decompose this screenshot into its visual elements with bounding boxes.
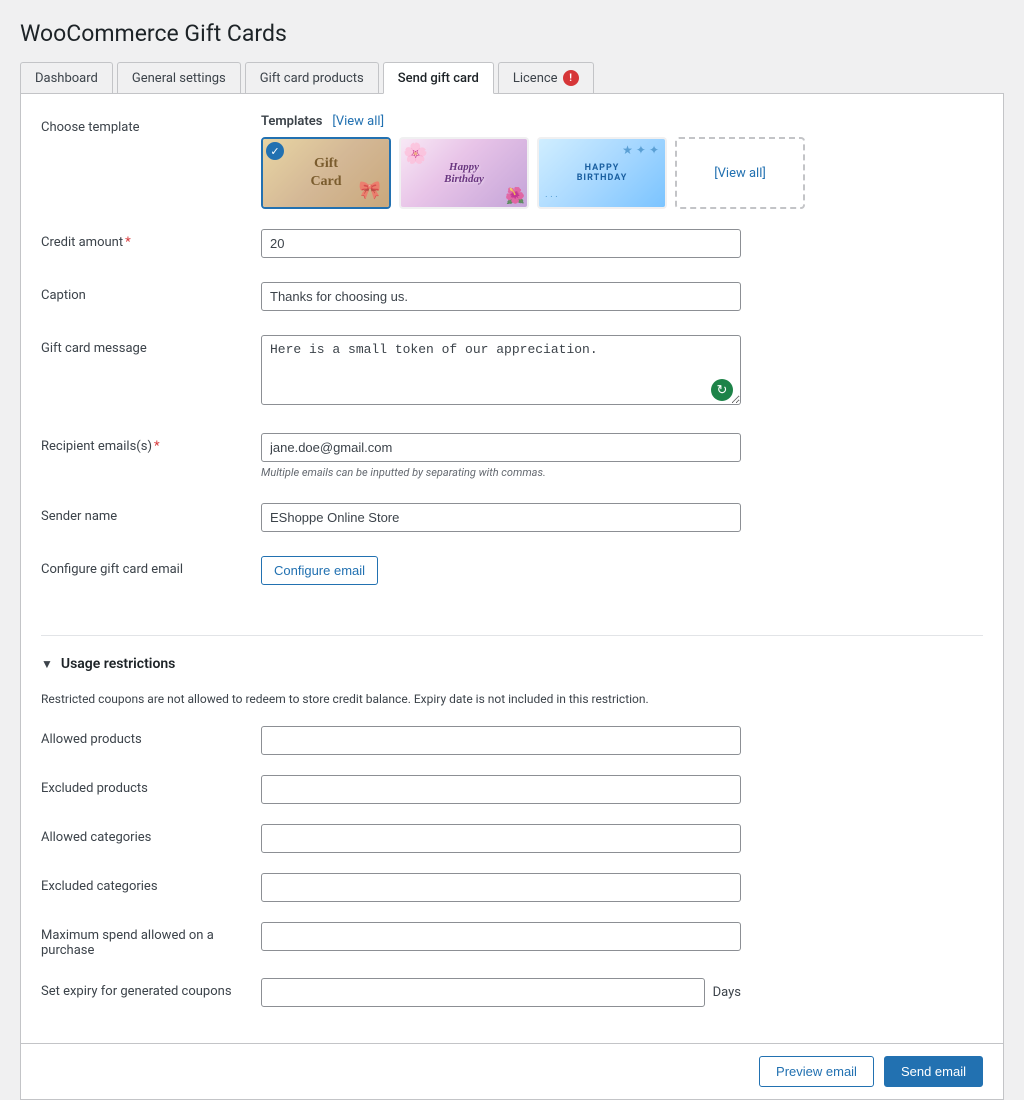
- allowed-categories-label: Allowed categories: [41, 824, 261, 845]
- recipient-emails-help: Multiple emails can be inputted by separ…: [261, 466, 741, 479]
- configure-email-row: Configure gift card email Configure emai…: [41, 552, 983, 589]
- recipient-emails-label: Recipient emails(s)*: [41, 433, 261, 454]
- tab-licence[interactable]: Licence !: [498, 62, 594, 93]
- templates-title: Templates: [261, 114, 322, 129]
- credit-amount-row: Credit amount*: [41, 225, 983, 262]
- card1-text: GiftCard: [310, 155, 341, 191]
- expiry-label: Set expiry for generated coupons: [41, 978, 261, 999]
- template-card-1[interactable]: ✓ GiftCard 🎀: [261, 137, 391, 209]
- caption-input[interactable]: [261, 282, 741, 311]
- tab-dashboard[interactable]: Dashboard: [20, 62, 113, 93]
- template-card-3[interactable]: ★ ✦ ✦ · · · HAPPYBIRTHDAY: [537, 137, 667, 209]
- message-row: Gift card message ↻: [41, 331, 983, 413]
- page-footer: Preview email Send email: [20, 1044, 1004, 1100]
- excluded-products-label: Excluded products: [41, 775, 261, 796]
- caption-label: Caption: [41, 282, 261, 303]
- sender-name-input[interactable]: [261, 503, 741, 532]
- days-label: Days: [713, 985, 741, 1000]
- template-card-1-check: ✓: [266, 142, 284, 160]
- licence-badge: !: [563, 70, 579, 86]
- usage-restrictions-title: Usage restrictions: [61, 656, 176, 672]
- template-view-all-link[interactable]: [View all]: [332, 114, 384, 129]
- tab-gift-card-products[interactable]: Gift card products: [245, 62, 379, 93]
- allowed-categories-row: Allowed categories: [41, 820, 983, 857]
- caption-field: [261, 282, 741, 311]
- excluded-categories-field: [261, 873, 741, 902]
- form-section: Choose template Templates [View all] ✓ G…: [41, 114, 983, 625]
- excluded-categories-row: Excluded categories: [41, 869, 983, 906]
- template-view-all-card[interactable]: [View all]: [675, 137, 805, 209]
- allowed-products-field: [261, 726, 741, 755]
- preview-email-button[interactable]: Preview email: [759, 1056, 874, 1087]
- credit-amount-field: [261, 229, 741, 258]
- nav-tabs: Dashboard General settings Gift card pro…: [20, 62, 1004, 94]
- sender-name-label: Sender name: [41, 503, 261, 524]
- credit-amount-label: Credit amount*: [41, 229, 261, 250]
- configure-email-label: Configure gift card email: [41, 556, 261, 577]
- template-row: Choose template Templates [View all] ✓ G…: [41, 114, 983, 209]
- allowed-products-row: Allowed products: [41, 722, 983, 759]
- template-header: Templates [View all]: [261, 114, 983, 129]
- expiry-field: Days: [261, 978, 741, 1007]
- message-field: ↻: [261, 335, 741, 409]
- expiry-days-row: Days: [261, 978, 741, 1007]
- expiry-input[interactable]: [261, 978, 705, 1007]
- excluded-categories-input[interactable]: [261, 873, 741, 902]
- tab-send-gift-card[interactable]: Send gift card: [383, 62, 494, 94]
- excluded-products-field: [261, 775, 741, 804]
- refresh-icon[interactable]: ↻: [711, 379, 733, 401]
- max-spend-field: [261, 922, 741, 951]
- section-divider: [41, 635, 983, 636]
- sender-name-row: Sender name: [41, 499, 983, 536]
- section-collapse-arrow[interactable]: ▼: [41, 657, 53, 671]
- tab-general-settings[interactable]: General settings: [117, 62, 241, 93]
- template-picker: Templates [View all] ✓ GiftCard 🎀: [261, 114, 983, 209]
- configure-email-field: Configure email: [261, 556, 741, 585]
- allowed-categories-input[interactable]: [261, 824, 741, 853]
- card3-text: HAPPYBIRTHDAY: [577, 163, 628, 183]
- caption-row: Caption: [41, 278, 983, 315]
- usage-restrictions-header: ▼ Usage restrictions: [41, 646, 983, 682]
- allowed-products-label: Allowed products: [41, 726, 261, 747]
- restrictions-note: Restricted coupons are not allowed to re…: [41, 692, 983, 706]
- configure-email-button[interactable]: Configure email: [261, 556, 378, 585]
- card1-decoration: 🎀: [359, 180, 381, 201]
- max-spend-label: Maximum spend allowed on a purchase: [41, 922, 261, 958]
- message-textarea[interactable]: [261, 335, 741, 405]
- template-label: Choose template: [41, 114, 261, 135]
- sender-name-field: [261, 503, 741, 532]
- excluded-products-row: Excluded products: [41, 771, 983, 808]
- credit-required-star: *: [125, 235, 131, 250]
- card2-text: HappyBirthday: [444, 161, 484, 185]
- credit-amount-input[interactable]: [261, 229, 741, 258]
- recipient-required-star: *: [154, 439, 160, 454]
- message-textarea-wrapper: ↻: [261, 335, 741, 409]
- card2-flowers-left: 🌸: [403, 141, 428, 165]
- card3-dots: · · ·: [545, 192, 558, 203]
- max-spend-row: Maximum spend allowed on a purchase: [41, 918, 983, 962]
- content-area: Choose template Templates [View all] ✓ G…: [20, 94, 1004, 1044]
- expiry-row: Set expiry for generated coupons Days: [41, 974, 983, 1011]
- template-cards: ✓ GiftCard 🎀 🌸: [261, 137, 983, 209]
- recipient-emails-field: Multiple emails can be inputted by separ…: [261, 433, 741, 479]
- recipient-emails-input[interactable]: [261, 433, 741, 462]
- template-card-2[interactable]: 🌸 🌺 HappyBirthday: [399, 137, 529, 209]
- card2-flowers-right: 🌺: [505, 186, 525, 205]
- allowed-products-input[interactable]: [261, 726, 741, 755]
- restrictions-form: Allowed products Excluded products Allow…: [41, 722, 983, 1011]
- page-title: WooCommerce Gift Cards: [20, 20, 1004, 47]
- excluded-categories-label: Excluded categories: [41, 873, 261, 894]
- allowed-categories-field: [261, 824, 741, 853]
- max-spend-input[interactable]: [261, 922, 741, 951]
- card3-stars: ★ ✦ ✦: [622, 143, 659, 157]
- recipient-emails-row: Recipient emails(s)* Multiple emails can…: [41, 429, 983, 483]
- excluded-products-input[interactable]: [261, 775, 741, 804]
- message-label: Gift card message: [41, 335, 261, 356]
- send-email-button[interactable]: Send email: [884, 1056, 983, 1087]
